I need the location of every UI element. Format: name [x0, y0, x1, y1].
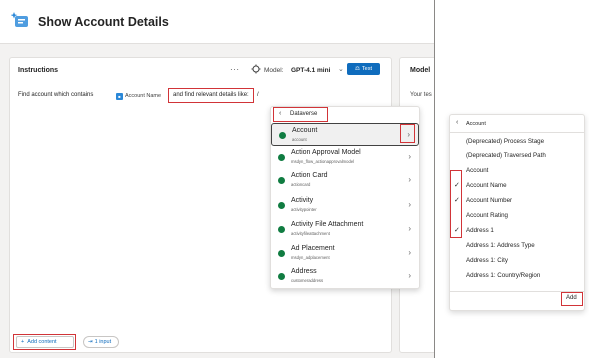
model-label: Model:	[264, 67, 284, 74]
dataverse-table-icon	[279, 132, 286, 139]
chevron-right-icon[interactable]: ›	[408, 200, 411, 209]
item-logical-name: actioncard	[291, 182, 311, 187]
prompt-sparkle-icon	[11, 12, 28, 27]
chevron-right-icon[interactable]: ›	[408, 224, 411, 233]
main-window: Show Account Details Model Your tes Inst…	[0, 0, 434, 358]
dropdown-item-activity-file-attachment[interactable]: Activity File Attachment activityfileatt…	[271, 218, 419, 241]
test-flask-icon: ⚖	[354, 66, 360, 72]
input-variable-icon: ■	[116, 92, 123, 100]
chevron-down-icon[interactable]: ⌄	[338, 65, 344, 73]
divider	[450, 132, 584, 133]
back-chevron-icon[interactable]: ‹	[456, 119, 458, 126]
item-name: Action Approval Model	[291, 149, 361, 156]
plus-icon: +	[21, 339, 25, 345]
item-logical-name: activitypointer	[291, 207, 317, 212]
item-logical-name: account	[292, 137, 307, 142]
slash-trigger: /	[257, 92, 259, 98]
test-button[interactable]: ⚖ Test	[347, 63, 380, 75]
panel-divider	[434, 0, 435, 358]
page-title: Show Account Details	[38, 15, 169, 29]
chevron-right-icon[interactable]: ›	[408, 175, 411, 184]
prompt-text[interactable]: Find account which contains	[18, 92, 93, 98]
dataverse-table-icon	[278, 202, 285, 209]
add-content-label: Add content	[27, 339, 57, 345]
dropdown-item-action-card[interactable]: Action Card actioncard ›	[271, 169, 419, 192]
column-item[interactable]: (Deprecated) Traversed Path	[466, 152, 546, 159]
item-name: Account	[292, 127, 318, 134]
column-item[interactable]: Address 1: Country/Region	[466, 272, 540, 279]
input-chip-account-name[interactable]: ■ Account Name	[116, 91, 161, 101]
add-columns-button[interactable]: Add	[566, 295, 577, 301]
test-button-label: Test	[361, 66, 373, 72]
highlight-annotation	[400, 124, 415, 143]
more-options-icon[interactable]: ···	[230, 65, 240, 74]
item-logical-name: customeraddress	[291, 278, 324, 283]
column-item[interactable]: Account Name	[466, 182, 507, 189]
prompt-continuation[interactable]: and find relevant details like:	[173, 92, 249, 98]
model-response-text: Your tes	[410, 92, 432, 98]
model-settings-icon[interactable]	[251, 64, 261, 74]
column-item[interactable]: Account	[466, 167, 488, 174]
item-name: Address	[291, 268, 317, 275]
model-selector[interactable]: GPT-4.1 mini	[291, 67, 330, 74]
item-logical-name: activityfileattachment	[291, 231, 330, 236]
item-name: Activity	[291, 197, 314, 204]
chevron-right-icon[interactable]: ›	[408, 271, 411, 280]
dropdown-item-activity[interactable]: Activity activitypointer ›	[271, 194, 419, 217]
back-chevron-icon[interactable]: ‹	[279, 110, 281, 117]
dropdown-item-ad-placement[interactable]: Ad Placement msdyn_adplacement ›	[271, 242, 419, 265]
chevron-right-icon[interactable]: ›	[408, 152, 411, 161]
item-name: Activity File Attachment	[291, 221, 364, 228]
page-header: Show Account Details	[0, 0, 434, 44]
dataverse-table-icon	[278, 250, 285, 257]
dataverse-table-icon	[278, 177, 285, 184]
dataverse-table-icon	[278, 226, 285, 233]
column-item[interactable]: Account Rating	[466, 212, 508, 219]
item-name: Action Card	[291, 172, 328, 179]
input-count-button[interactable]: ⇥ 1 input	[83, 336, 119, 348]
dropdown-item-address[interactable]: Address customeraddress ›	[271, 265, 419, 288]
dropdown-item-action-approval-model[interactable]: Action Approval Model msdyn_flow_actiona…	[271, 146, 419, 169]
item-logical-name: msdyn_adplacement	[291, 255, 330, 260]
input-count-label: 1 input	[94, 339, 112, 345]
chip-label: Account Name	[125, 93, 162, 99]
highlight-annotation	[450, 170, 462, 238]
input-arrow-icon: ⇥	[88, 339, 93, 345]
item-name: Ad Placement	[291, 245, 335, 252]
dropdown-item-account[interactable]: Account account ›	[271, 123, 419, 146]
model-response-title: Model	[410, 67, 431, 74]
chevron-right-icon[interactable]: ›	[408, 248, 411, 257]
dropdown-header: Dataverse	[290, 111, 318, 117]
item-logical-name: msdyn_flow_actionapprovalmodel	[291, 159, 355, 164]
dataverse-table-icon	[278, 154, 285, 161]
column-item[interactable]: Account Number	[466, 197, 512, 204]
dataverse-table-icon	[278, 273, 285, 280]
column-item[interactable]: (Deprecated) Process Stage	[466, 138, 544, 145]
add-content-button[interactable]: + Add content	[16, 336, 74, 348]
column-item[interactable]: Address 1: Address Type	[466, 242, 535, 249]
column-item[interactable]: Address 1: City	[466, 257, 508, 264]
instructions-title: Instructions	[18, 67, 59, 74]
column-item[interactable]: Address 1	[466, 227, 494, 234]
columns-panel-header: Account	[466, 121, 486, 127]
